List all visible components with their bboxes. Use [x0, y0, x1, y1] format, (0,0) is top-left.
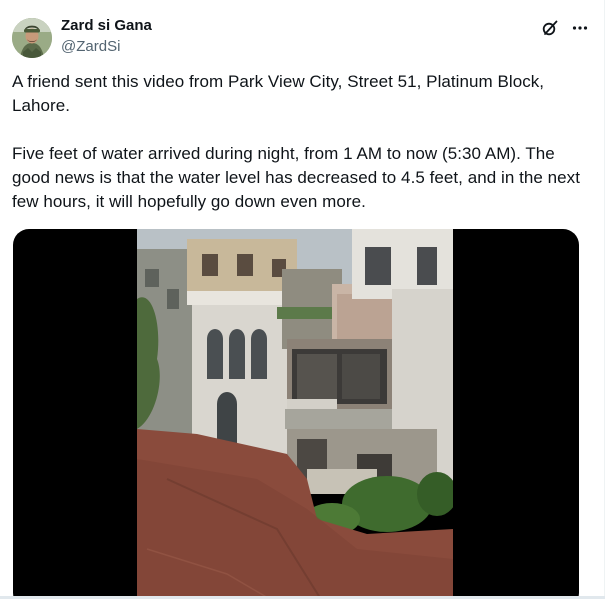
grok-icon[interactable] [540, 18, 560, 38]
tweet-text: A friend sent this video from Park View … [12, 70, 582, 214]
header-actions [540, 18, 590, 38]
flooded-street-image [137, 229, 453, 599]
video-player[interactable] [13, 229, 579, 599]
author-names: Zard si Gana @ZardSi [61, 16, 152, 57]
avatar-image [12, 18, 52, 58]
tweet-paragraph-1: A friend sent this video from Park View … [12, 72, 545, 115]
video-frame [137, 229, 453, 599]
display-name[interactable]: Zard si Gana [61, 16, 152, 36]
handle[interactable]: @ZardSi [61, 37, 152, 57]
more-options-icon[interactable] [570, 18, 590, 38]
tweet-paragraph-2: Five feet of water arrived during night,… [12, 144, 580, 211]
avatar[interactable] [12, 18, 52, 58]
tweet-header: Zard si Gana @ZardSi [12, 16, 590, 60]
tweet-card: Zard si Gana @ZardSi A friend sent this … [0, 0, 605, 599]
